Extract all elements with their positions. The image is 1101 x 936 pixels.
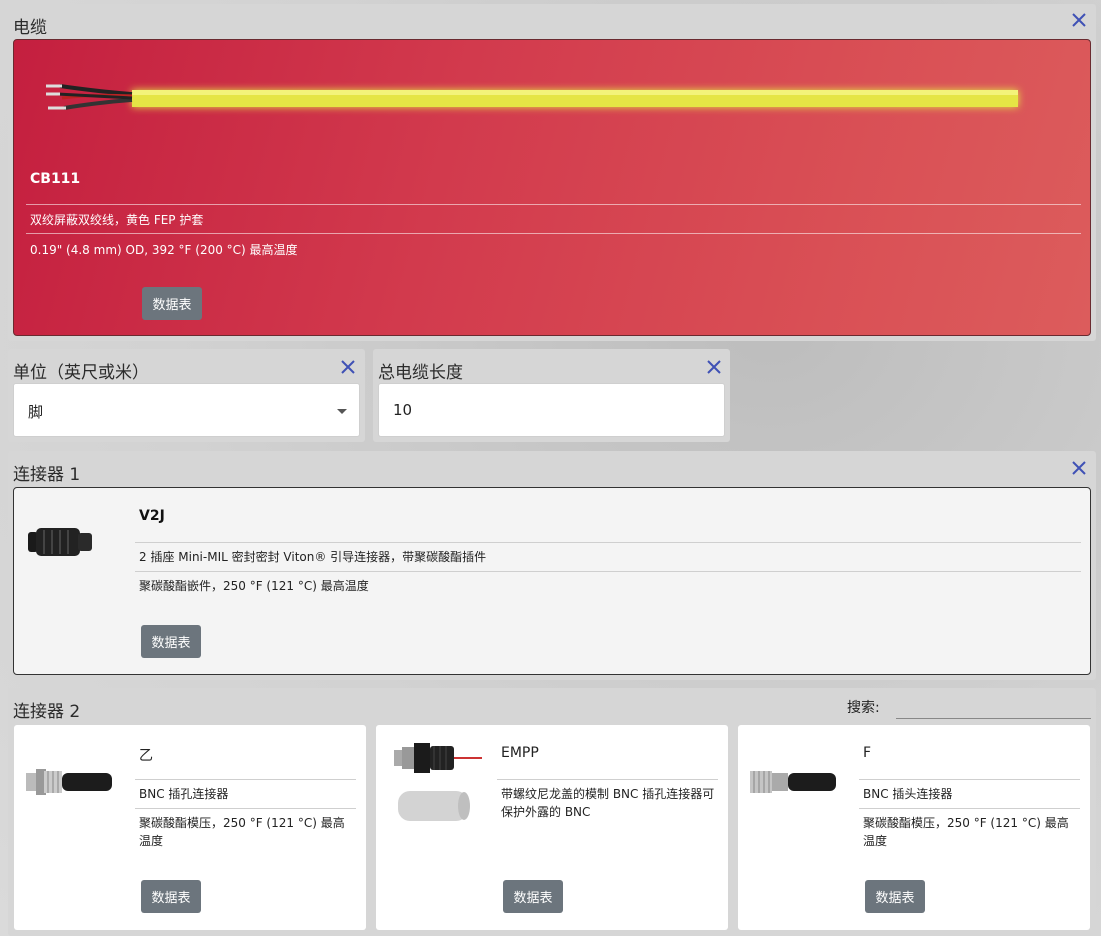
connector-image [750, 763, 836, 805]
connector-image [26, 763, 112, 805]
option-datasheet-button[interactable]: 数据表 [503, 880, 563, 913]
search-label: 搜索: [847, 700, 880, 716]
cable-panel-title: 电缆 [13, 18, 47, 38]
cable-name: CB111 [30, 171, 81, 187]
cable-panel: 电缆 CB111 双绞屏蔽双绞线，黄色 FEP 护套 0.19" (4.8 mm… [8, 4, 1096, 341]
cable-image [42, 72, 1042, 126]
dropdown-caret-icon[interactable] [337, 409, 347, 414]
cable-datasheet-button[interactable]: 数据表 [142, 287, 202, 320]
divider [135, 779, 356, 780]
close-icon[interactable] [1071, 12, 1089, 30]
option-description: BNC 插头连接器 [863, 787, 953, 801]
connector-option-card[interactable]: F BNC 插头连接器 聚碳酸酯模压，250 °F (121 °C) 最高温度 … [738, 725, 1090, 930]
divider [859, 808, 1080, 809]
option-specs: 聚碳酸酯模压，250 °F (121 °C) 最高温度 [863, 816, 1069, 848]
divider [497, 779, 718, 780]
connector1-description: 2 插座 Mini-MIL 密封密封 Viton® 引导连接器，带聚碳酸酯插件 [139, 550, 487, 564]
units-select-value: 脚 [28, 403, 44, 421]
close-icon[interactable] [1071, 460, 1089, 478]
divider [26, 233, 1081, 234]
length-input-value: 10 [393, 401, 413, 419]
divider [135, 571, 1081, 572]
connector1-datasheet-button[interactable]: 数据表 [141, 625, 201, 658]
length-input[interactable]: 10 [378, 383, 725, 437]
option-description: BNC 插孔连接器 [139, 787, 229, 801]
connector1-name: V2J [139, 508, 165, 524]
connector2-panel-title: 连接器 2 [13, 702, 81, 722]
option-specs: 聚碳酸酯模压，250 °F (121 °C) 最高温度 [139, 816, 345, 848]
search-input[interactable] [896, 691, 1091, 719]
close-icon[interactable] [706, 359, 724, 377]
option-datasheet-button[interactable]: 数据表 [141, 880, 201, 913]
divider [26, 204, 1081, 205]
connector1-card[interactable]: V2J 2 插座 Mini-MIL 密封密封 Viton® 引导连接器，带聚碳酸… [13, 487, 1091, 675]
close-icon[interactable] [340, 359, 358, 377]
connector1-specs: 聚碳酸酯嵌件，250 °F (121 °C) 最高温度 [139, 579, 369, 593]
cable-description: 双绞屏蔽双绞线，黄色 FEP 护套 [30, 213, 204, 227]
connector-image [394, 741, 484, 827]
divider [859, 779, 1080, 780]
length-panel: 总电缆长度 10 [373, 349, 730, 442]
option-description: 带螺纹尼龙盖的模制 BNC 插孔连接器可保护外露的 BNC [501, 787, 715, 819]
units-select[interactable]: 脚 [13, 383, 360, 437]
connector-option-card[interactable]: 乙 BNC 插孔连接器 聚碳酸酯模压，250 °F (121 °C) 最高温度 … [14, 725, 366, 930]
divider [135, 542, 1081, 543]
option-name: F [863, 745, 872, 761]
option-datasheet-button[interactable]: 数据表 [865, 880, 925, 913]
divider [135, 808, 356, 809]
length-panel-title: 总电缆长度 [378, 363, 463, 383]
units-panel: 单位（英尺或米） 脚 [8, 349, 365, 442]
option-name: EMPP [501, 745, 539, 761]
connector-image [26, 524, 94, 564]
connector1-panel-title: 连接器 1 [13, 465, 81, 485]
cable-card[interactable]: CB111 双绞屏蔽双绞线，黄色 FEP 护套 0.19" (4.8 mm) O… [13, 39, 1091, 336]
units-panel-title: 单位（英尺或米） [13, 363, 149, 383]
connector1-panel: 连接器 1 V2J 2 插座 Mini-MIL 密封密封 Viton® 引导连接… [8, 451, 1096, 680]
option-name: 乙 [139, 748, 153, 764]
connector2-panel: 连接器 2 搜索: 乙 BNC 插孔连接器 聚碳酸酯模压，250 °F (121… [8, 688, 1096, 936]
cable-specs: 0.19" (4.8 mm) OD, 392 °F (200 °C) 最高温度 [30, 243, 298, 257]
connector-option-card[interactable]: EMPP 带螺纹尼龙盖的模制 BNC 插孔连接器可保护外露的 BNC 数据表 [376, 725, 728, 930]
